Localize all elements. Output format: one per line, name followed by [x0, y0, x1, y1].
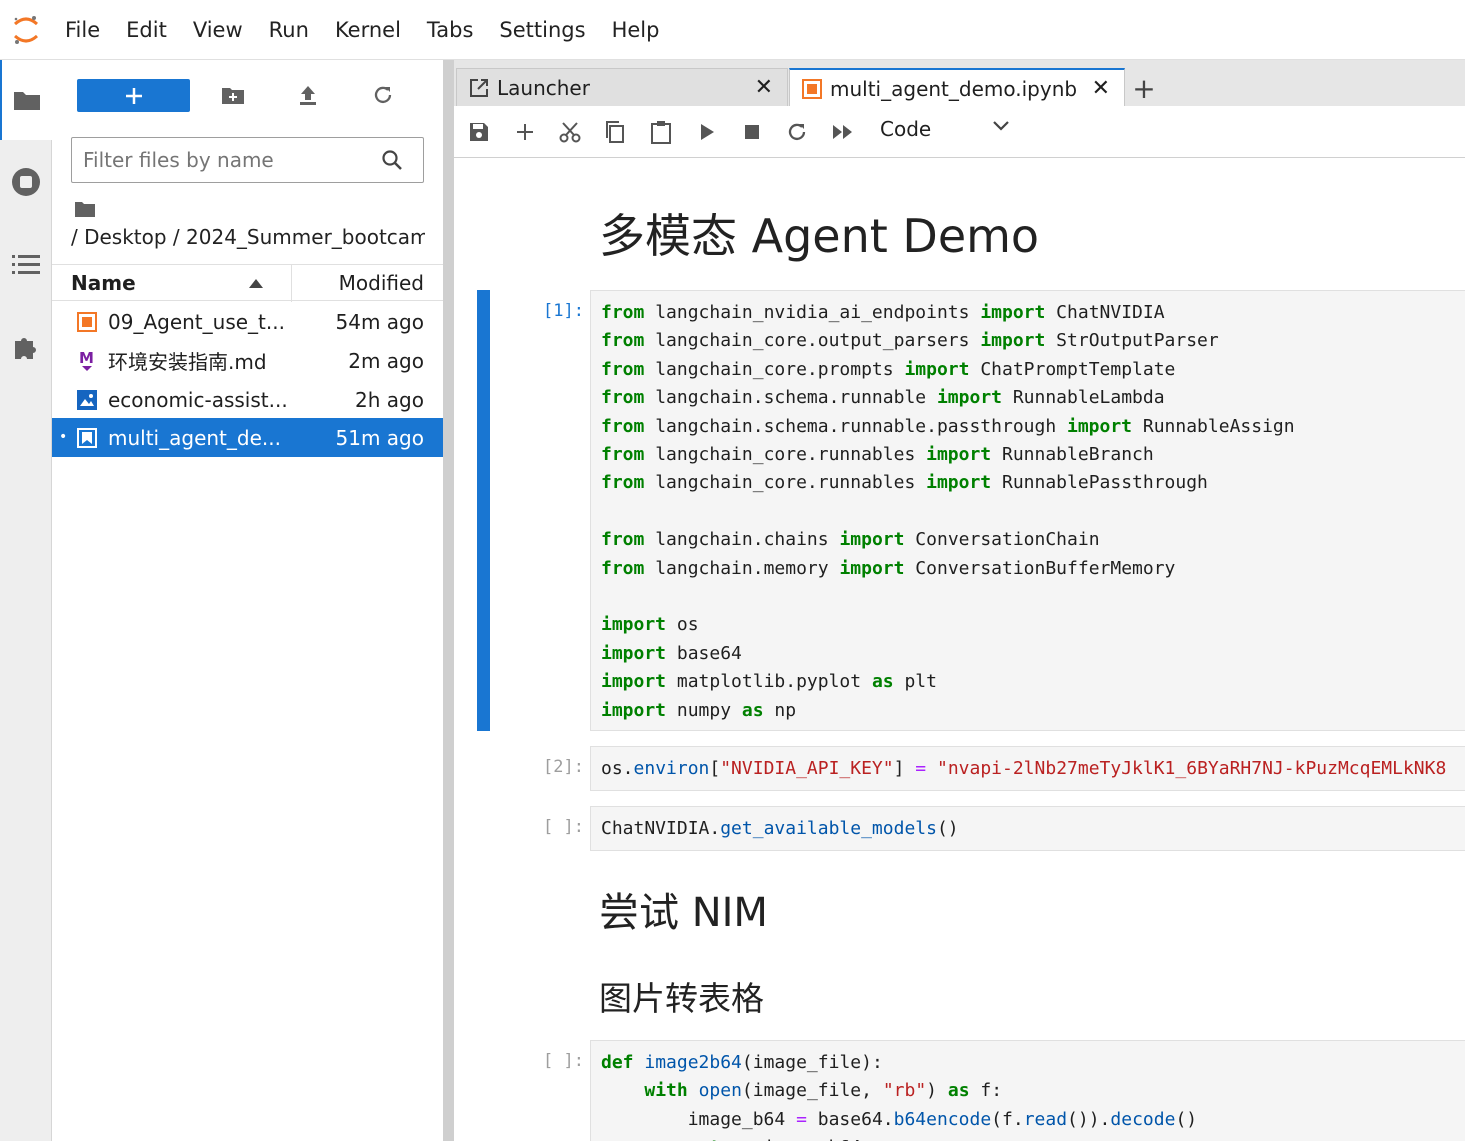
panel-splitter[interactable] — [443, 60, 454, 1141]
code-cell[interactable]: from langchain_nvidia_ai_endpoints impor… — [590, 290, 1465, 731]
restart-button[interactable] — [784, 119, 810, 145]
paste-button[interactable] — [648, 119, 674, 145]
code-cell[interactable]: ChatNVIDIA.get_available_models() — [590, 806, 1465, 851]
extension-icon[interactable] — [0, 307, 52, 387]
markdown-icon: M — [76, 349, 98, 372]
copy-button[interactable] — [602, 119, 628, 145]
file-name: 环境安装指南.md — [108, 350, 267, 374]
notebook-content: 多模态 Agent Demo [1]: from langchain_nvidi… — [454, 158, 1465, 1141]
cell-prompt: [1]: — [543, 301, 584, 321]
cell-prompt: [2]: — [543, 757, 584, 777]
toc-icon[interactable] — [0, 225, 52, 305]
refresh-icon — [374, 86, 392, 104]
home-folder-icon[interactable] — [74, 200, 96, 222]
menu-view[interactable]: View — [180, 18, 256, 42]
image-icon — [76, 389, 98, 411]
new-launcher-button[interactable] — [77, 79, 190, 112]
column-modified-header[interactable]: Modified — [339, 271, 424, 295]
plus-icon — [517, 124, 533, 140]
running-icon[interactable] — [0, 142, 52, 222]
menu-bar: File Edit View Run Kernel Tabs Settings … — [0, 0, 1465, 60]
cell-type-select[interactable]: Code — [880, 117, 931, 141]
notebook-icon — [76, 427, 98, 449]
cell-prompt: [ ]: — [543, 1051, 584, 1071]
close-icon[interactable]: ✕ — [755, 75, 773, 100]
code-cell[interactable]: os.environ["NVIDIA_API_KEY"] = "nvapi-2l… — [590, 746, 1465, 791]
file-name: multi_agent_de... — [108, 425, 281, 450]
close-icon[interactable]: ✕ — [1092, 76, 1110, 101]
file-browser-toolbar — [52, 60, 443, 130]
plus-icon — [125, 87, 142, 104]
code-cell[interactable]: def image2b64(image_file): with open(ima… — [590, 1040, 1465, 1141]
file-modified: 51m ago — [335, 425, 424, 450]
stop-icon — [745, 125, 759, 139]
column-divider[interactable] — [291, 265, 292, 302]
filter-files-field[interactable] — [71, 137, 424, 183]
launcher-icon — [469, 78, 489, 103]
cut-button[interactable] — [557, 119, 583, 145]
tab-bar: Launcher ✕ multi_agent_demo.ipynb ✕ + — [454, 60, 1465, 107]
main-area: Launcher ✕ multi_agent_demo.ipynb ✕ + Co… — [454, 60, 1465, 1141]
file-name: economic-assist... — [108, 387, 288, 412]
notebook-icon — [802, 79, 822, 104]
running-indicator: • — [59, 429, 68, 445]
file-row-selected[interactable]: • multi_agent_de... 51m ago — [52, 418, 443, 457]
run-button[interactable] — [694, 119, 720, 145]
tab-label: Launcher — [497, 75, 590, 100]
restart-run-all-button[interactable] — [830, 119, 856, 145]
fast-forward-icon — [833, 125, 852, 139]
menu-help[interactable]: Help — [599, 18, 673, 42]
file-row[interactable]: 09_Agent_use_t... 54m ago — [52, 302, 443, 341]
chevron-down-icon[interactable] — [992, 120, 1010, 132]
breadcrumb[interactable]: / Desktop / 2024_Summer_bootcamp — [71, 225, 425, 249]
new-folder-button[interactable] — [218, 80, 248, 110]
new-folder-icon — [222, 88, 244, 104]
tab-label: multi_agent_demo.ipynb — [830, 76, 1078, 101]
upload-button[interactable] — [293, 80, 323, 110]
menu-settings[interactable]: Settings — [486, 18, 598, 42]
file-browser: / Desktop / 2024_Summer_bootcamp Name Mo… — [52, 60, 443, 1141]
column-name-header[interactable]: Name — [71, 271, 136, 295]
activity-bar — [0, 60, 52, 1141]
copy-icon — [606, 121, 624, 143]
notebook-title: 多模态 Agent Demo — [599, 209, 1040, 263]
scissors-icon — [559, 122, 581, 143]
notebook-toolbar: Code — [454, 106, 1465, 158]
tab-launcher[interactable]: Launcher ✕ — [456, 68, 788, 106]
active-cell-indicator[interactable] — [477, 290, 490, 731]
menu-file[interactable]: File — [52, 18, 113, 42]
add-tab-button[interactable]: + — [1126, 70, 1162, 106]
save-button[interactable] — [466, 119, 492, 145]
refresh-icon — [788, 123, 806, 141]
file-row[interactable]: M 环境安装指南.md 2m ago — [52, 341, 443, 380]
menu-run[interactable]: Run — [256, 18, 322, 42]
folder-icon[interactable] — [0, 60, 52, 140]
search-icon — [382, 150, 402, 170]
cell-prompt: [ ]: — [543, 817, 584, 837]
play-icon — [701, 124, 714, 140]
save-icon — [470, 123, 488, 141]
subsection-heading: 图片转表格 — [599, 979, 764, 1018]
svg-text:M: M — [79, 349, 94, 367]
tab-notebook[interactable]: multi_agent_demo.ipynb ✕ — [789, 68, 1125, 107]
file-name: 09_Agent_use_t... — [108, 309, 285, 334]
refresh-button[interactable] — [368, 80, 398, 110]
jupyter-logo-icon[interactable] — [0, 0, 52, 60]
file-row[interactable]: economic-assist... 2h ago — [52, 380, 443, 419]
file-modified: 2m ago — [348, 348, 424, 373]
filter-files-input[interactable] — [72, 148, 372, 172]
menu-tabs[interactable]: Tabs — [414, 18, 487, 42]
file-list-header: Name Modified — [52, 264, 443, 302]
sort-ascending-icon — [249, 279, 263, 288]
paste-icon — [651, 121, 671, 144]
file-modified: 54m ago — [335, 309, 424, 334]
upload-icon — [300, 86, 316, 105]
section-heading: 尝试 NIM — [599, 890, 768, 936]
file-modified: 2h ago — [355, 387, 424, 412]
menu-edit[interactable]: Edit — [113, 18, 180, 42]
menu-kernel[interactable]: Kernel — [322, 18, 414, 42]
interrupt-button[interactable] — [739, 119, 765, 145]
notebook-icon — [76, 311, 98, 333]
insert-cell-button[interactable] — [512, 119, 538, 145]
